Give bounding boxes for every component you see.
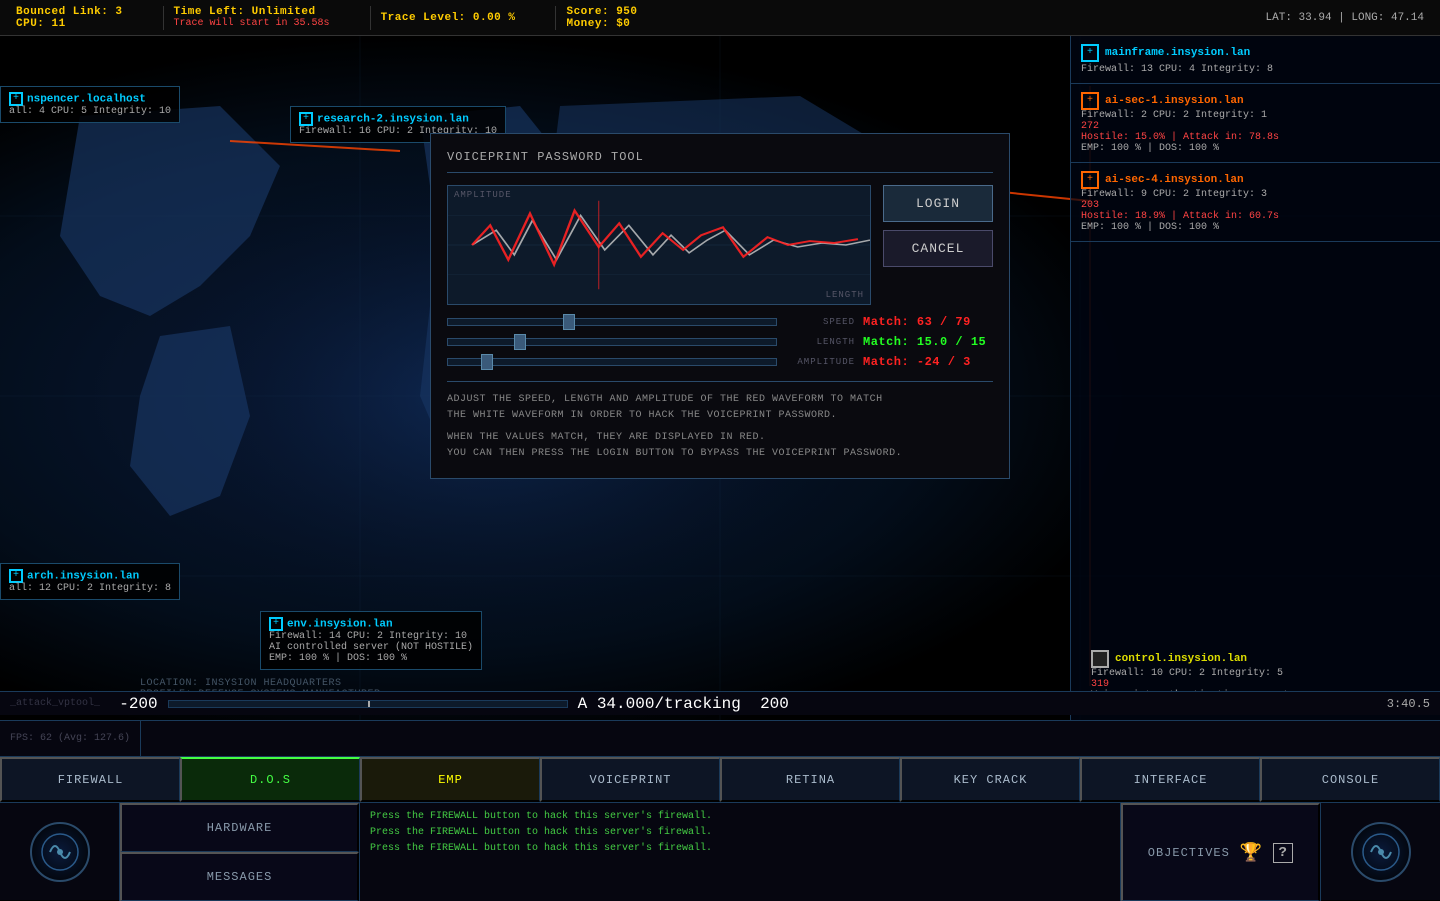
- modal-body: Amplitude Length: [447, 185, 993, 305]
- cancel-button[interactable]: Cancel: [883, 230, 993, 267]
- nav-buttons-row: Firewall D.O.S EMP Voiceprint Retina Key…: [0, 757, 1440, 803]
- waveform-area: Amplitude Length: [447, 185, 871, 305]
- console-msg-1: Press the FIREWALL button to hack this s…: [370, 809, 1110, 825]
- firewall-button[interactable]: Firewall: [0, 757, 180, 802]
- top-bar: Bounced Link: 3 CPU: 11 Time Left: Unlim…: [0, 0, 1440, 36]
- trophy-icon: 🏆: [1240, 842, 1263, 864]
- speed-label: Speed: [785, 317, 855, 327]
- objectives-area: Objectives 🏆 ?: [1120, 803, 1320, 901]
- cpu-label: CPU: 11: [16, 18, 123, 30]
- length-slider[interactable]: [447, 338, 777, 346]
- logo-icon-left: [40, 832, 80, 872]
- console-msg-2: Press the FIREWALL button to hack this s…: [370, 825, 1110, 841]
- speed-slider-row: Speed Match: 63 / 79: [447, 315, 993, 329]
- modal-buttons: LOGIN Cancel: [883, 185, 993, 305]
- bottom-bar: FPS: 62 (Avg: 127.6) Firewall D.O.S EMP …: [0, 720, 1440, 900]
- logo-circle-left: [30, 822, 90, 882]
- modal-title: Voiceprint password tool: [447, 150, 993, 173]
- waveform-svg: [448, 186, 870, 304]
- logo-icon-right: [1361, 832, 1401, 872]
- length-slider-row: Length Match: 15.0 / 15: [447, 335, 993, 349]
- trace-level-section: Trace Level: 0.00 %: [381, 12, 516, 24]
- speed-match: Match: 63 / 79: [863, 315, 993, 329]
- amplitude-label: Amplitude: [785, 357, 855, 367]
- voiceprint-modal: Voiceprint password tool Amplitude Lengt…: [430, 133, 1010, 479]
- tracker-line: _attack_vptool_ -200 A 34.000/tracking 2…: [0, 691, 1440, 715]
- amplitude-slider-row: Amplitude Match: -24 / 3: [447, 355, 993, 369]
- speed-slider[interactable]: [447, 318, 777, 326]
- money-label: Money: $0: [566, 18, 637, 30]
- fps-row: FPS: 62 (Avg: 127.6): [0, 721, 1440, 757]
- amplitude-match: Match: -24 / 3: [863, 355, 993, 369]
- bottom-bottom-row: Hardware Messages Press the FIREWALL but…: [0, 803, 1440, 901]
- hw-msg-area: Hardware Messages: [120, 803, 360, 901]
- coords-display: LAT: 33.94 | LONG: 47.14: [1266, 12, 1424, 24]
- emp-button[interactable]: EMP: [360, 757, 540, 802]
- logo-right: [1320, 803, 1440, 901]
- score-section: Score: 950 Money: $0: [566, 6, 637, 30]
- interface-button[interactable]: Interface: [1080, 757, 1260, 802]
- fps-display: FPS: 62 (Avg: 127.6): [0, 721, 141, 756]
- time-display: 3:40.5: [1387, 697, 1430, 711]
- tracker-val: A 34.000/tracking: [578, 695, 741, 713]
- keycrack-button[interactable]: Key Crack: [900, 757, 1080, 802]
- retina-button[interactable]: Retina: [720, 757, 900, 802]
- logo-left: [0, 803, 120, 901]
- voiceprint-button[interactable]: Voiceprint: [540, 757, 720, 802]
- console-messages: Press the FIREWALL button to hack this s…: [360, 803, 1120, 901]
- node-env[interactable]: env.insysion.lan Firewall: 14 CPU: 2 Int…: [260, 611, 482, 670]
- objectives-button[interactable]: Objectives 🏆 ?: [1121, 803, 1320, 901]
- bounced-link-label: Bounced Link: 3: [16, 6, 123, 18]
- modal-description: Adjust the speed, length and amplitude o…: [447, 381, 993, 462]
- hardware-button[interactable]: Hardware: [120, 803, 359, 852]
- score-label: Score: 950: [566, 6, 637, 18]
- console-button[interactable]: Console: [1260, 757, 1440, 802]
- console-msg-3: Press the FIREWALL button to hack this s…: [370, 841, 1110, 857]
- logo-circle-right: [1351, 822, 1411, 882]
- tool-label: _attack_vptool_: [10, 698, 100, 709]
- tracker-min: -200: [119, 695, 157, 713]
- trace-level-label: Trace Level: 0.00 %: [381, 12, 516, 24]
- objectives-label: Objectives: [1148, 846, 1230, 860]
- login-button[interactable]: LOGIN: [883, 185, 993, 222]
- amplitude-slider[interactable]: [447, 358, 777, 366]
- tracker-bar[interactable]: [168, 700, 568, 708]
- modal-overlay: Voiceprint password tool Amplitude Lengt…: [0, 72, 1440, 540]
- dos-button[interactable]: D.O.S: [180, 757, 360, 802]
- messages-button[interactable]: Messages: [120, 852, 359, 901]
- trace-start-label: Trace will start in 35.58s: [174, 18, 330, 29]
- node-arch[interactable]: arch.insysion.lan all: 12 CPU: 2 Integri…: [0, 563, 180, 600]
- help-icon[interactable]: ?: [1273, 843, 1293, 863]
- tracker-max: 200: [760, 695, 789, 713]
- length-label: Length: [785, 337, 855, 347]
- bounced-link-section: Bounced Link: 3 CPU: 11: [16, 6, 123, 30]
- trace-section: Time Left: Unlimited Trace will start in…: [174, 6, 330, 29]
- sliders-area: Speed Match: 63 / 79 Length Match: 15.0 …: [447, 315, 993, 369]
- control-num: 319: [1091, 679, 1420, 690]
- time-left-label: Time Left: Unlimited: [174, 6, 330, 18]
- length-match: Match: 15.0 / 15: [863, 335, 993, 349]
